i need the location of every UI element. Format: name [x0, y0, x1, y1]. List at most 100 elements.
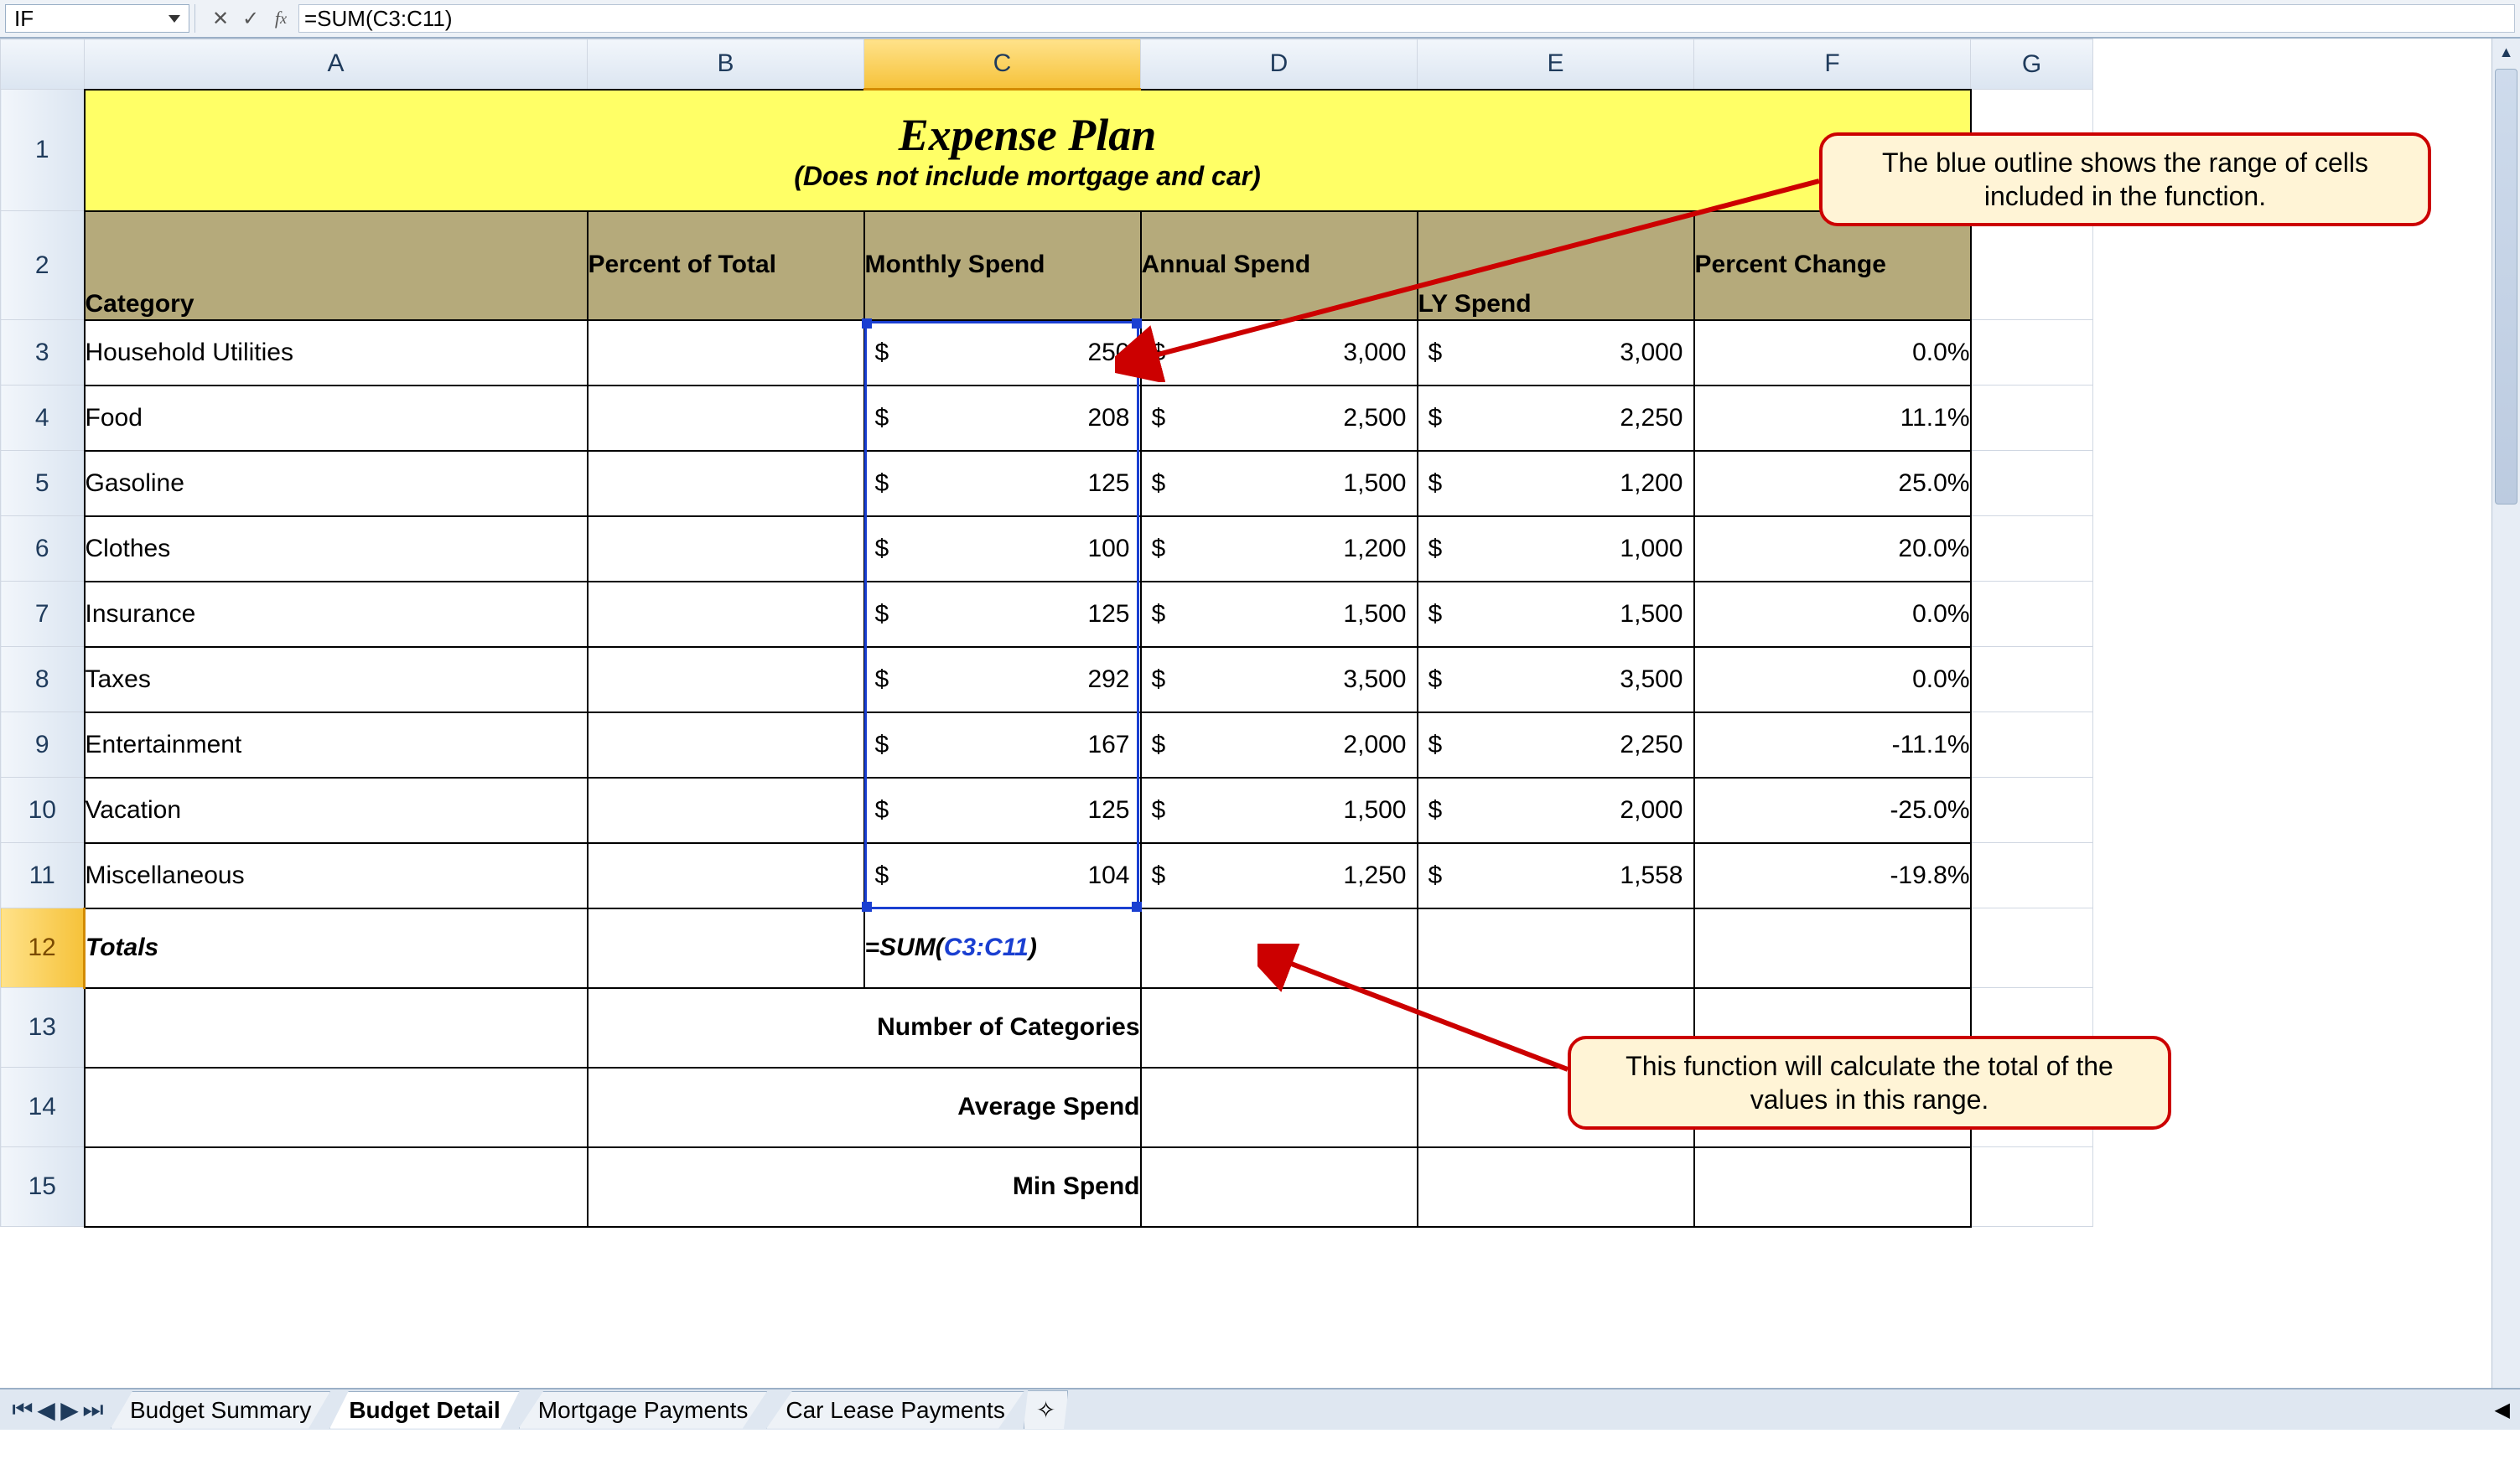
cell-D9[interactable]: $2,000 [1141, 712, 1418, 778]
cell-E3[interactable]: $3,000 [1418, 320, 1694, 386]
cell-A12-totals[interactable]: Totals [85, 908, 588, 988]
cell-C8[interactable]: $292 [864, 647, 1141, 712]
cell-D15[interactable] [1141, 1147, 1418, 1227]
col-header-C[interactable]: C [864, 39, 1141, 90]
cell-D6[interactable]: $1,200 [1141, 516, 1418, 582]
row-header-10[interactable]: 10 [1, 778, 85, 843]
cell-G10[interactable] [1971, 778, 2093, 843]
cell-F5[interactable]: 25.0% [1694, 451, 1971, 516]
cell-A10[interactable]: Vacation [85, 778, 588, 843]
tab-budget-summary[interactable]: Budget Summary [111, 1391, 330, 1429]
cell-F7[interactable]: 0.0% [1694, 582, 1971, 647]
cell-A7[interactable]: Insurance [85, 582, 588, 647]
cell-F3[interactable]: 0.0% [1694, 320, 1971, 386]
cell-D3[interactable]: $3,000 [1141, 320, 1418, 386]
cell-G11[interactable] [1971, 843, 2093, 908]
cell-E9[interactable]: $2,250 [1418, 712, 1694, 778]
scroll-thumb[interactable] [2495, 69, 2517, 505]
cell-F9[interactable]: -11.1% [1694, 712, 1971, 778]
cell-F15[interactable] [1694, 1147, 1971, 1227]
cell-F11[interactable]: -19.8% [1694, 843, 1971, 908]
cell-A13[interactable] [85, 988, 588, 1068]
cell-D12[interactable] [1141, 908, 1418, 988]
row-header-1[interactable]: 1 [1, 90, 85, 211]
cell-C9[interactable]: $167 [864, 712, 1141, 778]
cell-A6[interactable]: Clothes [85, 516, 588, 582]
cell-A15[interactable] [85, 1147, 588, 1227]
cell-F4[interactable]: 11.1% [1694, 386, 1971, 451]
cell-C3[interactable]: $250 [864, 320, 1141, 386]
row-header-3[interactable]: 3 [1, 320, 85, 386]
cell-E5[interactable]: $1,200 [1418, 451, 1694, 516]
cell-C4[interactable]: $208 [864, 386, 1141, 451]
select-all-corner[interactable] [1, 39, 85, 90]
cell-B10[interactable] [588, 778, 864, 843]
cell-E4[interactable]: $2,250 [1418, 386, 1694, 451]
hdr-category[interactable]: Category [85, 211, 588, 320]
cell-E10[interactable]: $2,000 [1418, 778, 1694, 843]
cell-A4[interactable]: Food [85, 386, 588, 451]
row-header-2[interactable]: 2 [1, 211, 85, 320]
tab-scroll-indicator[interactable]: ◀ [2485, 1398, 2520, 1422]
cell-B12[interactable] [588, 908, 864, 988]
tab-nav-last[interactable]: ⏭ [82, 1397, 104, 1422]
col-header-F[interactable]: F [1694, 39, 1971, 90]
tab-nav-next[interactable]: ▶ [59, 1397, 80, 1422]
cell-G12[interactable] [1971, 908, 2093, 988]
col-header-E[interactable]: E [1418, 39, 1694, 90]
cell-F12[interactable] [1694, 908, 1971, 988]
cell-A9[interactable]: Entertainment [85, 712, 588, 778]
cell-G6[interactable] [1971, 516, 2093, 582]
cell-A5[interactable]: Gasoline [85, 451, 588, 516]
cell-E6[interactable]: $1,000 [1418, 516, 1694, 582]
tab-budget-detail[interactable]: Budget Detail [329, 1391, 519, 1429]
cell-D7[interactable]: $1,500 [1141, 582, 1418, 647]
cancel-formula-button[interactable]: ✕ [208, 6, 233, 31]
cell-B11[interactable] [588, 843, 864, 908]
cell-F6[interactable]: 20.0% [1694, 516, 1971, 582]
cell-E12[interactable] [1418, 908, 1694, 988]
cell-C5[interactable]: $125 [864, 451, 1141, 516]
row-header-14[interactable]: 14 [1, 1068, 85, 1147]
cell-B3[interactable] [588, 320, 864, 386]
cell-G2[interactable] [1971, 211, 2093, 320]
name-box[interactable]: IF [5, 4, 189, 33]
col-header-B[interactable]: B [588, 39, 864, 90]
label-num-categories[interactable]: Number of Categories [588, 988, 1141, 1068]
cell-B4[interactable] [588, 386, 864, 451]
cell-G9[interactable] [1971, 712, 2093, 778]
cell-C6[interactable]: $100 [864, 516, 1141, 582]
cell-C12-formula[interactable]: =SUM(C3:C11) [864, 908, 1141, 988]
tab-nav-first[interactable]: ⏮ [12, 1397, 34, 1422]
cell-C11[interactable]: $104 [864, 843, 1141, 908]
tab-nav-prev[interactable]: ◀ [35, 1397, 57, 1422]
cell-G4[interactable] [1971, 386, 2093, 451]
hdr-ly[interactable]: LY Spend [1418, 211, 1694, 320]
cell-E7[interactable]: $1,500 [1418, 582, 1694, 647]
cell-B7[interactable] [588, 582, 864, 647]
row-header-11[interactable]: 11 [1, 843, 85, 908]
cell-A3[interactable]: Household Utilities [85, 320, 588, 386]
cell-A8[interactable]: Taxes [85, 647, 588, 712]
cell-D8[interactable]: $3,500 [1141, 647, 1418, 712]
cell-G15[interactable] [1971, 1147, 2093, 1227]
cell-G8[interactable] [1971, 647, 2093, 712]
hdr-monthly[interactable]: Monthly Spend [864, 211, 1141, 320]
cell-F10[interactable]: -25.0% [1694, 778, 1971, 843]
cell-C10[interactable]: $125 [864, 778, 1141, 843]
cell-D4[interactable]: $2,500 [1141, 386, 1418, 451]
row-header-4[interactable]: 4 [1, 386, 85, 451]
row-header-6[interactable]: 6 [1, 516, 85, 582]
title-cell[interactable]: Expense Plan (Does not include mortgage … [85, 90, 1971, 211]
cell-B5[interactable] [588, 451, 864, 516]
hdr-annual[interactable]: Annual Spend [1141, 211, 1418, 320]
col-header-A[interactable]: A [85, 39, 588, 90]
row-header-5[interactable]: 5 [1, 451, 85, 516]
tab-mortgage-payments[interactable]: Mortgage Payments [519, 1391, 768, 1429]
cell-G3[interactable] [1971, 320, 2093, 386]
cell-G7[interactable] [1971, 582, 2093, 647]
cell-A14[interactable] [85, 1068, 588, 1147]
cell-E15[interactable] [1418, 1147, 1694, 1227]
hdr-pct-change[interactable]: Percent Change [1694, 211, 1971, 320]
col-header-D[interactable]: D [1141, 39, 1418, 90]
